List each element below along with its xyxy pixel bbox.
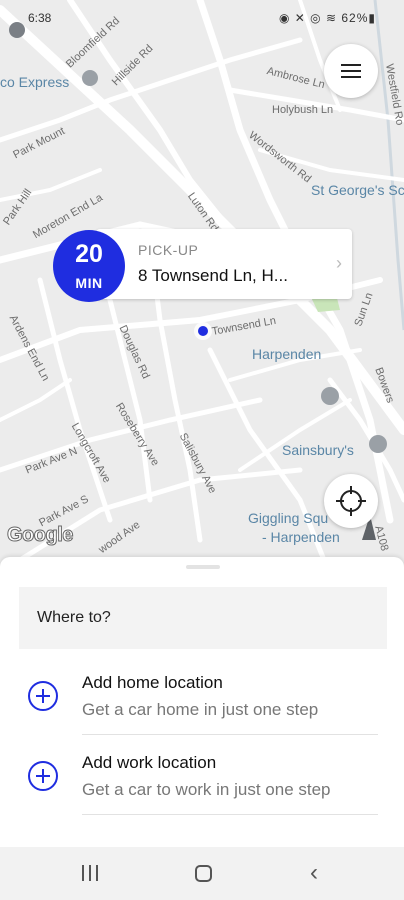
chevron-right-icon: › <box>336 253 342 273</box>
google-attribution: Google <box>7 524 74 547</box>
back-icon[interactable]: ‹ <box>310 859 318 887</box>
map-label-poi: - Harpenden <box>262 529 340 545</box>
system-nav-bar: ‹ <box>0 847 404 900</box>
bottom-sheet: Where to? Add home location Get a car ho… <box>0 557 404 847</box>
divider <box>82 814 378 815</box>
eta-unit: MIN <box>75 275 103 291</box>
item-title: Add work location <box>82 753 217 772</box>
status-time: 6:38 <box>28 11 52 25</box>
pickup-address: 8 Townsend Ln, H... <box>138 266 288 285</box>
where-to-placeholder: Where to? <box>37 609 111 626</box>
pickup-card[interactable]: PICK-UP 8 Townsend Ln, H... › <box>96 229 352 299</box>
recent-apps-icon[interactable] <box>82 865 100 881</box>
crosshair-icon <box>336 486 366 516</box>
map-label-town: Harpenden <box>252 346 322 362</box>
eta-badge: 20 MIN <box>53 230 125 302</box>
locate-me-button[interactable] <box>324 474 378 528</box>
status-bar: 6:38 ◉ ✕ ◎ ≋ 62%▮ <box>0 0 404 36</box>
map-label-poi: Giggling Squ <box>248 510 329 526</box>
map-label-poi: St George's Sc <box>311 182 404 198</box>
item-subtitle: Get a car home in just one step <box>82 700 319 719</box>
item-subtitle: Get a car to work in just one step <box>82 780 331 799</box>
map-label-poi: co Express <box>0 74 70 90</box>
sheet-drag-handle[interactable] <box>186 565 220 569</box>
add-home-location-item[interactable]: Add home location Get a car home in just… <box>0 655 404 735</box>
where-to-input[interactable]: Where to? <box>19 587 387 649</box>
add-icon <box>28 761 58 791</box>
status-icons: ◉ ✕ ◎ ≋ 62%▮ <box>278 11 376 25</box>
add-icon <box>28 681 58 711</box>
item-title: Add home location <box>82 673 223 692</box>
menu-button[interactable] <box>324 44 378 98</box>
home-icon[interactable] <box>195 865 212 882</box>
add-work-location-item[interactable]: Add work location Get a car to work in j… <box>0 735 404 815</box>
pickup-label: PICK-UP <box>138 242 199 258</box>
hamburger-menu-icon <box>341 64 361 78</box>
map-label-poi: Sainsbury's <box>282 442 354 458</box>
map-label: Holybush Ln <box>272 104 334 116</box>
eta-number: 20 <box>75 240 103 268</box>
